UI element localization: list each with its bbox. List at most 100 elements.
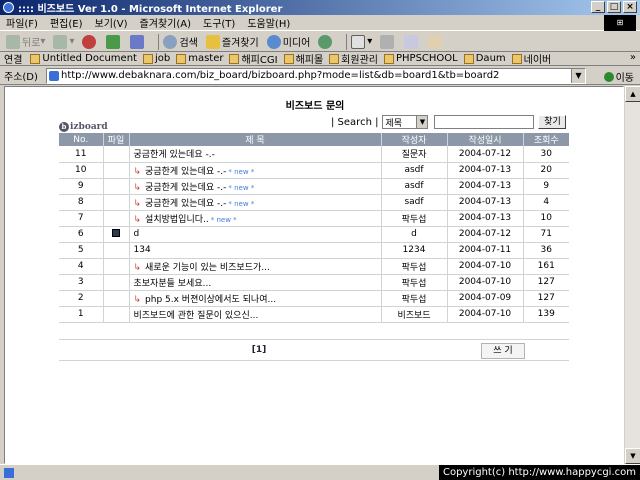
table-header-row: No. 파일 제 목 작성자 작성일시 조회수	[59, 133, 569, 146]
forward-button[interactable]: ▾	[53, 34, 74, 49]
subject-link[interactable]: 궁금한게 있는데요 -.-	[145, 167, 226, 177]
subject-link[interactable]: 비즈보드에 관한 질문이 있으신...	[134, 311, 259, 321]
cell-subject[interactable]: ↳ 궁금한게 있는데요 -.- * new *	[128, 194, 381, 211]
table-row[interactable]: 4 ↳ 새로운 기능이 있는 비즈보드가... 팍두섭 2004-07-10 161	[59, 258, 569, 275]
cell-file	[102, 210, 129, 227]
scroll-down-icon[interactable]: ▼	[625, 448, 640, 464]
cell-views: 127	[522, 290, 569, 307]
link-item[interactable]: job	[142, 53, 170, 64]
column-header: 파일	[102, 133, 129, 146]
stop-button[interactable]	[82, 34, 98, 49]
menu-view[interactable]: 보기(V)	[95, 15, 128, 30]
minimize-button[interactable]: _	[591, 1, 605, 13]
link-item[interactable]: 해피몰	[283, 51, 323, 66]
link-item[interactable]: PHPSCHOOL	[383, 53, 458, 64]
edit-button[interactable]	[404, 34, 420, 49]
menu-tools[interactable]: 도구(T)	[203, 15, 235, 30]
table-row[interactable]: 7 ↳ 설치방법입니다.. * new * 팍두섭 2004-07-13 10	[59, 210, 569, 227]
cell-subject[interactable]: ↳ 설치방법입니다.. * new *	[128, 210, 381, 227]
media-label: 미디어	[282, 38, 311, 49]
cell-date: 2004-07-13	[446, 210, 523, 227]
page-icon	[511, 53, 522, 64]
link-item[interactable]: Daum	[463, 53, 506, 64]
subject-link[interactable]: 궁금한게 있는데요 -.-	[145, 199, 226, 209]
table-row[interactable]: 2 ↳ php 5.x 버젼이상에서도 되나여... 팍두섭 2004-07-09 127	[59, 290, 569, 307]
table-row[interactable]: 3 초보자분들 보세요... 팍두섭 2004-07-10 127	[59, 274, 569, 291]
link-item[interactable]: 해피CGI	[229, 51, 278, 66]
column-header: 조회수	[522, 133, 569, 146]
cell-subject[interactable]: ↳ php 5.x 버젼이상에서도 되나여...	[128, 290, 381, 307]
cell-date: 2004-07-11	[446, 242, 523, 259]
close-button[interactable]: ×	[623, 1, 637, 13]
subject-link[interactable]: 궁금한게 있는데요 -.-	[134, 150, 215, 160]
new-label: new	[216, 215, 231, 224]
subject-link[interactable]: 초보자분들 보세요...	[134, 279, 212, 289]
window-titlebar[interactable]: :::: 비즈보드 Ver 1.0 - Microsoft Internet E…	[0, 0, 640, 15]
favorites-button[interactable]: 즐겨찾기	[205, 34, 259, 49]
attachment-icon[interactable]	[112, 228, 120, 237]
subject-link[interactable]: 새로운 기능이 있는 비즈보드가...	[145, 263, 270, 273]
board-logo: b izboard	[59, 122, 108, 132]
search-field-select[interactable]: 제목 ▼	[382, 115, 429, 129]
address-input[interactable]: http://www.debaknara.com/biz_board/bizbo…	[46, 68, 586, 84]
subject-link[interactable]: 134	[134, 245, 151, 255]
link-item[interactable]: Untitled Document	[30, 53, 137, 64]
chevron-right-icon[interactable]: »	[630, 52, 636, 63]
reply-arrow-icon: ↳	[133, 166, 142, 177]
search-button[interactable]: 검색	[163, 34, 198, 49]
toolbar-separator	[158, 33, 160, 50]
home-button[interactable]	[130, 34, 146, 49]
media-button[interactable]: 미디어	[266, 34, 311, 49]
cell-subject[interactable]: ↳ 궁금한게 있는데요 -.- * new *	[128, 178, 381, 195]
cell-date: 2004-07-13	[446, 178, 523, 195]
subject-link[interactable]: 궁금한게 있는데요 -.-	[145, 183, 226, 193]
go-button[interactable]: 이동	[603, 69, 634, 84]
cell-author: asdf	[380, 162, 447, 179]
table-row[interactable]: 5 134 1234 2004-07-11 36	[59, 242, 569, 259]
link-item[interactable]: 네이버	[511, 51, 551, 66]
cell-author: 팍두섭	[380, 210, 447, 227]
link-item[interactable]: 회원관리	[329, 51, 378, 66]
maximize-button[interactable]: □	[607, 1, 621, 13]
table-row[interactable]: 11 궁금한게 있는데요 -.- 질문자 2004-07-12 30	[59, 146, 569, 163]
vertical-scrollbar[interactable]: ▲ ▼	[624, 86, 640, 464]
search-submit-button[interactable]: 찾기	[538, 115, 567, 129]
back-button[interactable]: 뒤로 ▾	[6, 34, 45, 49]
table-row[interactable]: 1 비즈보드에 관한 질문이 있으신... 비즈보드 2004-07-10 139	[59, 306, 569, 323]
subject-link[interactable]: d	[134, 229, 140, 239]
link-item[interactable]: master	[176, 53, 223, 64]
history-button[interactable]	[318, 34, 334, 49]
table-row[interactable]: 6 d d 2004-07-12 71	[59, 226, 569, 243]
link-label: 해피CGI	[241, 55, 278, 66]
search-input[interactable]	[434, 115, 535, 129]
search-label: | Search |	[331, 116, 379, 128]
board-table: No. 파일 제 목 작성자 작성일시 조회수 11 궁금한게 있는데요 -.- 질…	[59, 133, 569, 323]
scroll-up-icon[interactable]: ▲	[625, 86, 640, 102]
discuss-button[interactable]	[428, 34, 444, 49]
print-button[interactable]	[380, 34, 396, 49]
cell-subject[interactable]: 궁금한게 있는데요 -.-	[128, 146, 381, 163]
refresh-button[interactable]	[106, 34, 122, 49]
chevron-down-icon[interactable]: ▼	[571, 69, 585, 83]
menu-help[interactable]: 도움말(H)	[247, 15, 290, 30]
menu-favorites[interactable]: 즐겨찾기(A)	[140, 15, 191, 30]
pagination[interactable]: [1]	[59, 345, 459, 355]
cell-subject[interactable]: ↳ 새로운 기능이 있는 비즈보드가...	[128, 258, 381, 275]
table-row[interactable]: 8 ↳ 궁금한게 있는데요 -.- * new * sadf 2004-07-13 4	[59, 194, 569, 211]
menu-edit[interactable]: 편집(E)	[50, 15, 83, 30]
menu-file[interactable]: 파일(F)	[6, 15, 38, 30]
column-header: 제 목	[128, 133, 381, 146]
cell-subject[interactable]: 초보자분들 보세요...	[128, 274, 381, 291]
cell-author: sadf	[380, 194, 447, 211]
cell-subject[interactable]: 134	[128, 242, 381, 259]
table-row[interactable]: 10 ↳ 궁금한게 있는데요 -.- * new * asdf 2004-07-13 20	[59, 162, 569, 179]
subject-link[interactable]: php 5.x 버젼이상에서도 되나여...	[145, 295, 276, 305]
cell-subject[interactable]: 비즈보드에 관한 질문이 있으신...	[128, 306, 381, 323]
mail-button[interactable]: ▾	[351, 34, 372, 49]
page-icon	[229, 53, 240, 64]
write-button[interactable]: 쓰 기	[481, 343, 525, 359]
cell-subject[interactable]: d	[128, 226, 381, 243]
subject-link[interactable]: 설치방법입니다..	[145, 215, 209, 225]
cell-subject[interactable]: ↳ 궁금한게 있는데요 -.- * new *	[128, 162, 381, 179]
table-row[interactable]: 9 ↳ 궁금한게 있는데요 -.- * new * asdf 2004-07-13 9	[59, 178, 569, 195]
